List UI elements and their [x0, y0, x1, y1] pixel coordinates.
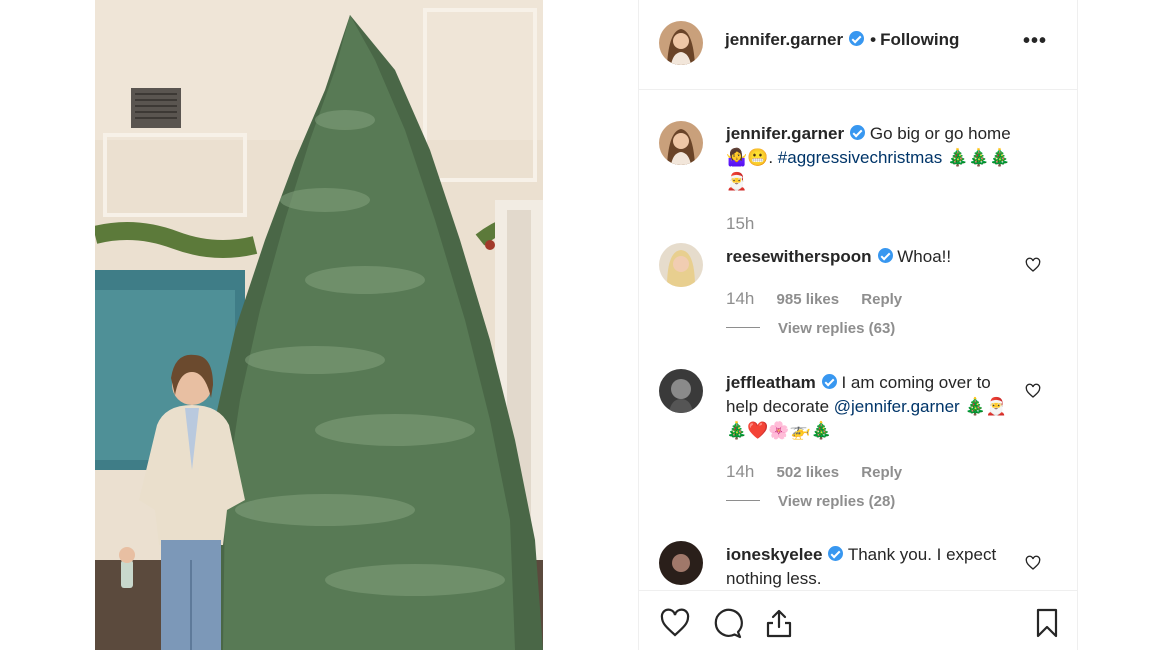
comment-username[interactable]: ioneskyelee — [726, 545, 822, 564]
view-replies-label: View replies (63) — [778, 320, 896, 337]
caption-timestamp[interactable]: 15h — [726, 214, 754, 233]
following-button[interactable]: Following — [880, 30, 959, 49]
post-author-username[interactable]: jennifer.garner — [725, 30, 843, 49]
view-replies-label: View replies (28) — [778, 493, 896, 510]
caption-meta: 15h — [726, 214, 754, 234]
avatar[interactable] — [659, 121, 703, 165]
comment-username[interactable]: jeffleatham — [726, 373, 816, 392]
caption-emoji: 🤷‍♀️😬. — [726, 148, 774, 167]
reply-button[interactable]: Reply — [861, 464, 902, 481]
verified-badge-icon — [849, 31, 865, 46]
replies-divider — [726, 327, 760, 328]
avatar[interactable] — [659, 21, 703, 65]
bookmark-icon[interactable] — [1031, 607, 1063, 639]
comment-likes[interactable]: 985 likes — [777, 291, 840, 308]
comment-timestamp[interactable]: 14h — [726, 462, 754, 481]
avatar[interactable] — [659, 369, 703, 413]
verified-badge-icon — [828, 546, 844, 561]
comment-text: reesewitherspoon Whoa!! — [726, 245, 1016, 269]
replies-divider — [726, 500, 760, 501]
comment-text: ioneskyelee Thank you. I expect nothing … — [726, 543, 1016, 590]
caption-username[interactable]: jennifer.garner — [726, 124, 844, 143]
comment-likes[interactable]: 502 likes — [777, 464, 840, 481]
like-comment-heart-icon[interactable] — [1025, 383, 1041, 399]
hashtag-link[interactable]: #aggressivechristmas — [778, 148, 942, 167]
like-comment-heart-icon[interactable] — [1025, 555, 1041, 571]
avatar[interactable] — [659, 243, 703, 287]
mention-link[interactable]: @jennifer.garner — [834, 397, 960, 416]
comment-message: Whoa!! — [897, 247, 952, 266]
post-side-panel: jennifer.garner • Following ••• jennifer.g… — [638, 0, 1078, 650]
comment-meta: 14h 985 likes Reply — [726, 289, 902, 309]
post-action-bar — [639, 590, 1077, 650]
comment-username[interactable]: reesewitherspoon — [726, 247, 872, 266]
separator-dot: • — [870, 30, 877, 49]
post-header: jennifer.garner • Following ••• — [639, 0, 1077, 90]
share-icon[interactable] — [763, 607, 795, 639]
post-photo[interactable] — [95, 0, 543, 650]
comment-icon[interactable] — [711, 607, 743, 639]
header-line: jennifer.garner • Following — [725, 30, 959, 50]
heart-icon[interactable] — [659, 607, 691, 639]
like-comment-heart-icon[interactable] — [1025, 257, 1041, 273]
caption-tree-emoji: 🎄🎄🎄 — [946, 148, 1011, 167]
comments-list[interactable]: jennifer.garner Go big or go home 🤷‍♀️😬.… — [639, 91, 1077, 590]
view-replies-button[interactable]: View replies (28) — [726, 493, 895, 510]
caption-santa-emoji: 🎅 — [726, 172, 748, 191]
caption-text: jennifer.garner Go big or go home 🤷‍♀️😬.… — [726, 122, 1016, 194]
verified-badge-icon — [850, 125, 866, 140]
comment-meta: 14h 502 likes Reply — [726, 462, 902, 482]
christmas-tree-photo — [95, 0, 543, 650]
verified-badge-icon — [821, 374, 837, 389]
caption-message: Go big or go home — [869, 124, 1011, 143]
verified-badge-icon — [877, 248, 893, 263]
reply-button[interactable]: Reply — [861, 291, 902, 308]
view-replies-button[interactable]: View replies (63) — [726, 320, 895, 337]
more-options-icon[interactable]: ••• — [1023, 30, 1047, 53]
avatar[interactable] — [659, 541, 703, 585]
comment-text: jeffleatham I am coming over to help dec… — [726, 371, 1016, 443]
comment-timestamp[interactable]: 14h — [726, 289, 754, 308]
